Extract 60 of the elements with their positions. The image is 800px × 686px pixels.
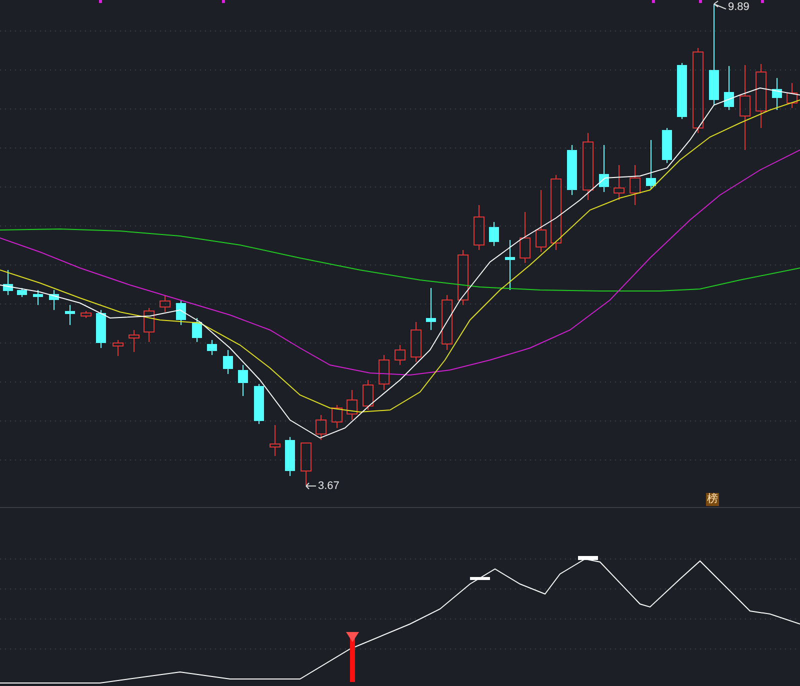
candlestick bbox=[33, 290, 43, 306]
candlestick bbox=[96, 310, 106, 348]
tick-mark bbox=[652, 0, 655, 3]
candlestick bbox=[316, 414, 326, 440]
pointer-arrow-icon bbox=[306, 482, 316, 490]
candlestick bbox=[160, 296, 170, 312]
candlestick bbox=[346, 390, 358, 420]
high-price-label: 9.89 bbox=[728, 0, 750, 14]
candlestick bbox=[65, 304, 75, 326]
candlestick bbox=[646, 140, 656, 190]
candlestick bbox=[394, 344, 406, 366]
candlestick bbox=[505, 240, 515, 290]
candlestick bbox=[410, 322, 422, 362]
rank-badge: 榜 bbox=[706, 493, 719, 506]
candlestick bbox=[332, 404, 342, 428]
candlestick bbox=[128, 330, 140, 352]
peak-marker bbox=[578, 556, 598, 560]
candlestick bbox=[630, 164, 640, 206]
low-price-label: 3.67 bbox=[318, 479, 340, 493]
candlestick bbox=[599, 144, 609, 192]
candlestick bbox=[112, 340, 124, 356]
candlestick bbox=[567, 144, 577, 196]
candlestick bbox=[17, 288, 27, 298]
tick-mark bbox=[699, 0, 702, 3]
candlestick bbox=[489, 222, 499, 246]
tick-mark bbox=[222, 0, 225, 3]
tick-mark bbox=[761, 0, 764, 3]
candlestick bbox=[426, 288, 436, 330]
candlestick bbox=[378, 354, 390, 390]
peak-marker bbox=[470, 577, 490, 580]
candlestick bbox=[192, 318, 202, 342]
candlestick bbox=[300, 442, 312, 486]
candlestick bbox=[520, 212, 530, 264]
candlestick bbox=[677, 62, 687, 120]
candlestick bbox=[285, 436, 295, 476]
candlestick bbox=[662, 128, 672, 164]
candlestick bbox=[49, 290, 59, 310]
pointer-arrow-icon bbox=[714, 0, 726, 10]
candlestick bbox=[442, 294, 452, 350]
candlestick bbox=[144, 308, 154, 342]
candlestick bbox=[238, 364, 248, 396]
candlestick bbox=[270, 424, 280, 456]
signal-bar bbox=[346, 632, 359, 682]
candlestick bbox=[474, 204, 484, 250]
candlestick bbox=[582, 132, 594, 200]
candlestick bbox=[207, 340, 217, 356]
candlestick bbox=[176, 300, 186, 326]
candlestick bbox=[3, 270, 13, 296]
candlestick bbox=[458, 250, 468, 306]
candlestick bbox=[362, 380, 374, 410]
candlestick bbox=[536, 190, 546, 252]
candlestick bbox=[614, 164, 624, 200]
candlestick bbox=[724, 66, 734, 110]
candlestick bbox=[223, 350, 233, 374]
candlestick bbox=[786, 82, 798, 108]
candlestick bbox=[756, 64, 766, 128]
candlestick bbox=[772, 78, 782, 110]
candlestick bbox=[254, 384, 264, 424]
tick-mark bbox=[99, 0, 102, 3]
candlestick bbox=[80, 310, 92, 318]
